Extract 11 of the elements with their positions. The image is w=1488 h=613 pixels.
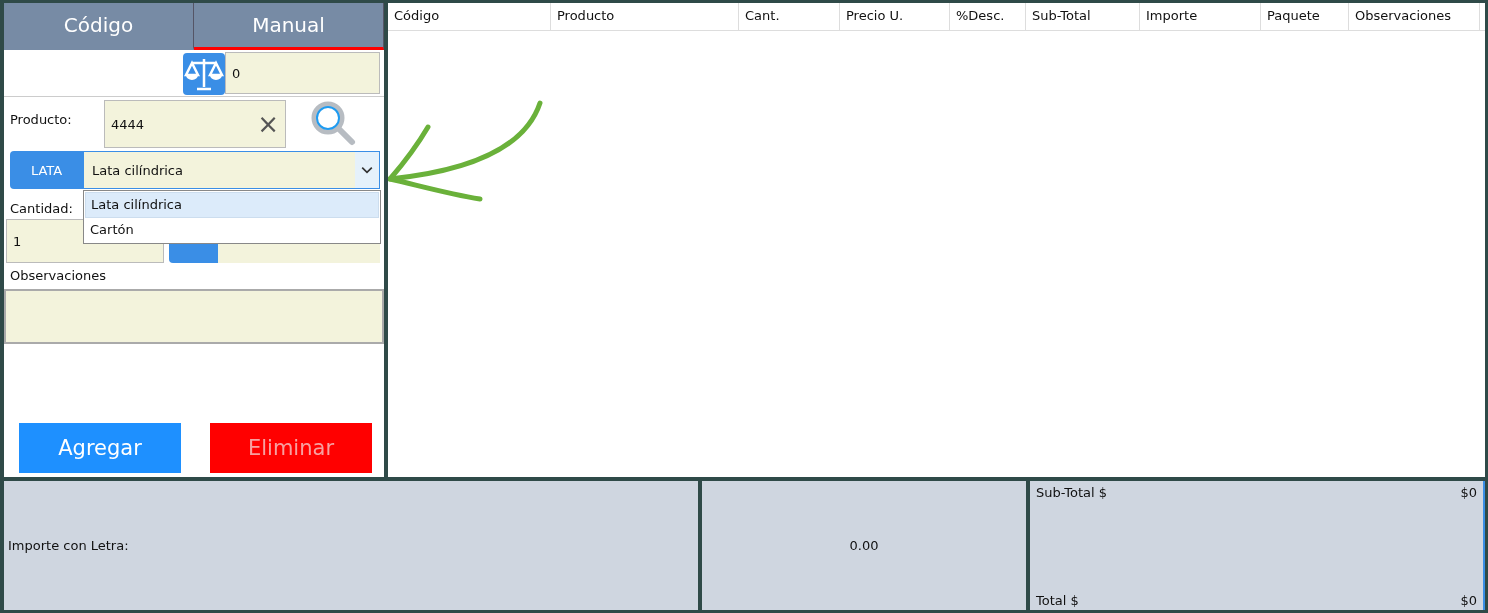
quantity-label: Cantidad: bbox=[10, 201, 73, 216]
amount-value: 0.00 bbox=[849, 538, 879, 553]
notes-label: Observaciones bbox=[10, 268, 107, 283]
field-value: 4444 bbox=[111, 116, 145, 132]
total-label: Total $ bbox=[1036, 593, 1079, 608]
total-value: $0 bbox=[1460, 593, 1477, 608]
subtotal-value: $0 bbox=[1460, 485, 1477, 500]
subtotal-label: Sub-Total $ bbox=[1036, 485, 1107, 500]
product-label: Producto: bbox=[9, 111, 73, 127]
amount-words-label: Importe con Letra: bbox=[8, 538, 129, 553]
field-value: 1 bbox=[13, 233, 22, 249]
